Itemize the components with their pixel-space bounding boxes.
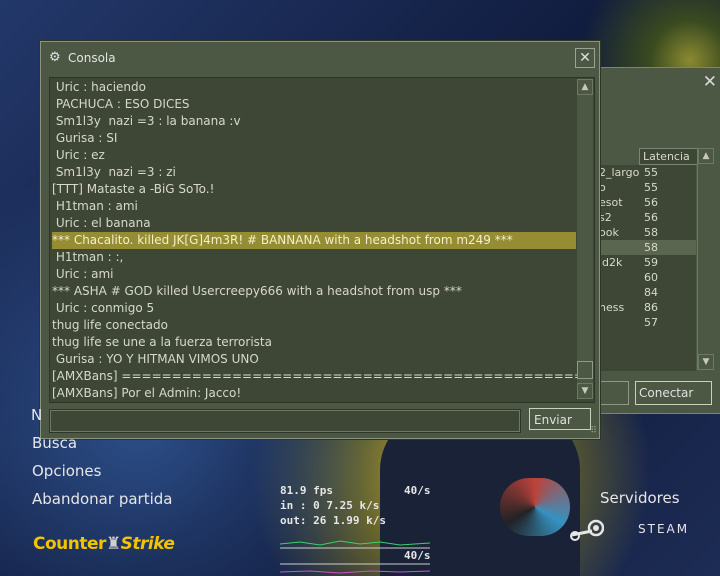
logo-figure-icon: ♜ bbox=[105, 534, 121, 554]
console-line: Uric : el banana bbox=[52, 216, 151, 230]
steam-label: STEAM bbox=[638, 522, 690, 536]
console-scrollbar[interactable]: ▲ ▼ bbox=[577, 79, 593, 399]
server-row[interactable]: 60 bbox=[599, 270, 696, 285]
console-command-input[interactable] bbox=[49, 409, 521, 433]
console-line: Uric : haciendo bbox=[52, 80, 146, 94]
server-latency: 55 bbox=[644, 181, 658, 194]
close-icon[interactable]: ✕ bbox=[575, 48, 595, 68]
console-window: ⚙ Consola ✕ Uric : haciendo PACHUCA : ES… bbox=[40, 41, 600, 439]
console-line: Uric : conmigo 5 bbox=[52, 301, 155, 315]
send-button[interactable]: Enviar bbox=[529, 408, 591, 430]
server-action-button[interactable] bbox=[599, 381, 629, 405]
console-line: thug life se une a la fuerza terrorista bbox=[52, 335, 272, 349]
server-latency: 57 bbox=[644, 316, 658, 329]
console-line: PACHUCA : ESO DICES bbox=[52, 97, 190, 111]
console-line: H1tman : ami bbox=[52, 199, 138, 213]
scroll-up-icon[interactable]: ▲ bbox=[698, 148, 714, 164]
server-latency: 56 bbox=[644, 196, 658, 209]
server-row[interactable]: 58 bbox=[599, 240, 696, 255]
servers-button[interactable]: Servidores bbox=[600, 489, 680, 507]
console-line: Gurisa : SI bbox=[52, 131, 118, 145]
resize-grip-icon[interactable]: ⠿ bbox=[590, 426, 597, 436]
server-name: ld2k bbox=[599, 256, 623, 269]
console-line: [AMXBans] ==============================… bbox=[52, 369, 595, 383]
console-line: [AMXBans] Por el Admin: Jacco! bbox=[52, 386, 242, 400]
logo-left: Counter bbox=[33, 534, 106, 554]
close-icon[interactable]: ✕ bbox=[703, 72, 717, 92]
server-latency: 84 bbox=[644, 286, 658, 299]
server-latency: 86 bbox=[644, 301, 658, 314]
server-row[interactable]: ook 58 bbox=[599, 225, 696, 240]
server-latency: 56 bbox=[644, 211, 658, 224]
steam-icon: ⚙ bbox=[49, 50, 61, 65]
netgraph-in: in : 0 7.25 k/s bbox=[280, 499, 380, 512]
server-name: 2_largo bbox=[599, 166, 640, 179]
netgraph-rate-top: 40/s bbox=[404, 484, 431, 497]
scroll-thumb[interactable] bbox=[577, 361, 593, 379]
console-line: Uric : ez bbox=[52, 148, 105, 162]
console-line: Uric : ami bbox=[52, 267, 114, 281]
server-latency: 59 bbox=[644, 256, 658, 269]
server-latency: 55 bbox=[644, 166, 658, 179]
console-lines: Uric : haciendo PACHUCA : ESO DICES Sm1l… bbox=[52, 79, 595, 402]
console-title: Consola bbox=[68, 51, 116, 65]
menu-item-opciones[interactable]: Opciones bbox=[32, 462, 101, 480]
console-line-highlighted: *** Chacalito. killed JK[G]4m3R! # BANNA… bbox=[52, 232, 576, 249]
server-row[interactable]: s2 56 bbox=[599, 210, 696, 225]
console-line: Gurisa : YO Y HITMAN VIMOS UNO bbox=[52, 352, 259, 366]
console-line: [TTT] Mataste a -BiG SoTo.! bbox=[52, 182, 215, 196]
server-row[interactable]: 2_largo 55 bbox=[599, 165, 696, 180]
logo-right: Strike bbox=[120, 534, 175, 554]
console-output: Uric : haciendo PACHUCA : ESO DICES Sm1l… bbox=[49, 77, 595, 403]
console-line: Sm1l3y nazi =3 : la banana :v bbox=[52, 114, 241, 128]
counter-strike-logo: Counter♜Strike bbox=[33, 534, 175, 554]
server-latency: 58 bbox=[644, 226, 658, 239]
console-line: *** ASHA # GOD killed Usercreepy666 with… bbox=[52, 284, 462, 298]
server-list-scrollbar[interactable]: ▲ ▼ bbox=[697, 148, 714, 370]
server-name: s2 bbox=[599, 211, 612, 224]
connect-button[interactable]: Conectar bbox=[635, 381, 712, 405]
menu-item-busca[interactable]: Busca bbox=[32, 434, 77, 452]
menu-item-abandonar[interactable]: Abandonar partida bbox=[32, 490, 172, 508]
server-browser-window: ✕ Latencia 2_largo 55 o 55 esot 56 s2 56 ook 58 58… bbox=[598, 67, 720, 414]
netgraph-fps: 81.9 fps bbox=[280, 484, 333, 497]
scroll-down-icon[interactable]: ▼ bbox=[577, 383, 593, 399]
server-row[interactable]: ld2k 59 bbox=[599, 255, 696, 270]
server-row[interactable]: 84 bbox=[599, 285, 696, 300]
server-row[interactable]: esot 56 bbox=[599, 195, 696, 210]
latency-column-header[interactable]: Latencia bbox=[639, 148, 702, 165]
server-name: ook bbox=[599, 226, 619, 239]
server-latency: 58 bbox=[644, 241, 658, 254]
console-line: thug life conectado bbox=[52, 318, 168, 332]
server-row[interactable]: 57 bbox=[599, 315, 696, 330]
spray-graffiti bbox=[500, 478, 570, 536]
netgraph-out: out: 26 1.99 k/s bbox=[280, 514, 386, 527]
scroll-up-icon[interactable]: ▲ bbox=[577, 79, 593, 95]
server-list: 2_largo 55 o 55 esot 56 s2 56 ook 58 58 ld2k 59 60 84 n… bbox=[599, 165, 696, 371]
server-latency: 60 bbox=[644, 271, 658, 284]
menu-item-partial[interactable]: N bbox=[31, 406, 42, 424]
console-line: Sm1l3y nazi =3 : zi bbox=[52, 165, 176, 179]
netgraph-graph bbox=[280, 540, 430, 574]
server-row[interactable]: ness 86 bbox=[599, 300, 696, 315]
server-row[interactable]: o 55 bbox=[599, 180, 696, 195]
server-name: o bbox=[599, 181, 606, 194]
steam-logo-icon bbox=[570, 519, 604, 541]
server-name: ness bbox=[599, 301, 625, 314]
server-name: esot bbox=[599, 196, 623, 209]
console-line: H1tman : :, bbox=[52, 250, 124, 264]
scroll-down-icon[interactable]: ▼ bbox=[698, 354, 714, 370]
